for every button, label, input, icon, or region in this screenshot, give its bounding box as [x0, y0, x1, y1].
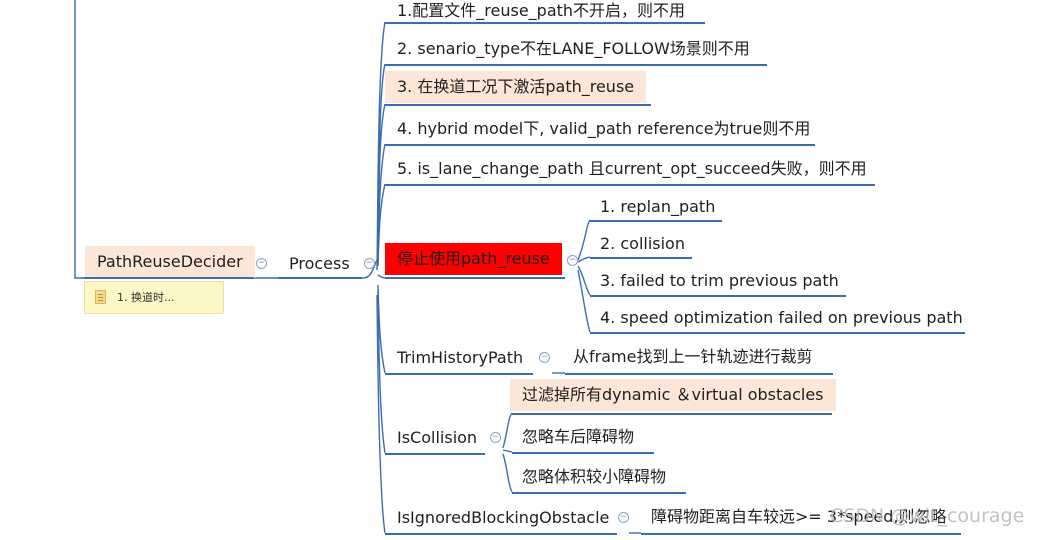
connector-stop-1 — [577, 219, 591, 261]
collision-underline — [385, 453, 485, 455]
ignored-label: IsIgnoredBlockingObstacle — [397, 508, 610, 527]
mindmap-canvas: PathReuseDecider − 1. 换道时... Process − 1… — [0, 0, 1038, 540]
trim-child-underline — [565, 373, 833, 375]
connector-col-1 — [502, 412, 513, 449]
collapse-toggle-icon[interactable]: − — [567, 255, 578, 266]
condition-2-underline — [385, 64, 767, 66]
collapse-toggle-icon[interactable]: − — [364, 258, 375, 269]
condition-3-label: 3. 在换道工况下激活path_reuse — [397, 77, 635, 96]
collision-node[interactable]: IsCollision — [393, 427, 481, 449]
condition-1-label: 1.配置文件_reuse_path不开启，则不用 — [397, 1, 686, 20]
stop-reason-2-label: 2. collision — [600, 234, 685, 253]
stop-reason-1-underline — [590, 220, 722, 222]
collision-filter-1[interactable]: 过滤掉所有dynamic ＆virtual obstacles — [510, 379, 836, 411]
frame-connector — [74, 0, 84, 279]
condition-3-underline — [385, 104, 651, 106]
process-underline — [278, 277, 362, 279]
trim-child-label: 从frame找到上一针轨迹进行裁剪 — [573, 347, 813, 366]
condition-1[interactable]: 1.配置文件_reuse_path不开启，则不用 — [393, 0, 689, 22]
watermark: CSDN @wit_courage — [830, 505, 1025, 527]
stop-node[interactable]: 停止使用path_reuse — [385, 243, 562, 275]
stop-reason-3-label: 3. failed to trim previous path — [600, 271, 839, 290]
collision-label: IsCollision — [397, 428, 478, 447]
condition-3[interactable]: 3. 在换道工况下激活path_reuse — [385, 71, 647, 103]
collision-filter-2-label: 忽略车后障碍物 — [522, 427, 635, 446]
ignored-node[interactable]: IsIgnoredBlockingObstacle — [393, 507, 613, 529]
process-label: Process — [289, 254, 350, 273]
condition-5[interactable]: 5. is_lane_change_path 且current_opt_succ… — [393, 158, 871, 180]
stop-reason-3[interactable]: 3. failed to trim previous path — [596, 270, 843, 292]
stop-reason-1-label: 1. replan_path — [600, 197, 716, 216]
trim-label: TrimHistoryPath — [397, 348, 524, 367]
ignored-underline — [385, 533, 617, 535]
condition-2-label: 2. senario_type不在LANE_FOLLOW场景则不用 — [397, 39, 750, 58]
stop-underline — [385, 277, 565, 279]
root-underline — [84, 277, 254, 279]
connector-stop — [377, 274, 386, 279]
collision-filter-3-underline — [512, 492, 686, 494]
stop-reason-3-underline — [590, 295, 846, 297]
process-node[interactable]: Process — [285, 253, 354, 275]
trim-underline — [385, 373, 533, 375]
stop-reason-4-underline — [590, 332, 965, 334]
collapse-toggle-icon[interactable]: − — [256, 258, 267, 269]
collision-filter-3-label: 忽略体积较小障碍物 — [522, 467, 667, 486]
root-node[interactable]: PathReuseDecider — [85, 246, 255, 278]
note-box[interactable]: 1. 换道时... — [84, 281, 224, 314]
note-text: 1. 换道时... — [117, 291, 175, 304]
condition-2[interactable]: 2. senario_type不在LANE_FOLLOW场景则不用 — [393, 38, 754, 60]
stop-reason-4-label: 4. speed optimization failed on previous… — [600, 308, 963, 327]
condition-4-underline — [385, 144, 815, 146]
collision-filter-3[interactable]: 忽略体积较小障碍物 — [518, 466, 670, 488]
collision-filter-1-underline — [512, 413, 832, 415]
collapse-toggle-icon[interactable]: − — [490, 432, 501, 443]
condition-5-label: 5. is_lane_change_path 且current_opt_succ… — [397, 159, 867, 178]
connector-col-3 — [502, 453, 513, 493]
stop-reason-1[interactable]: 1. replan_path — [596, 196, 719, 218]
collision-filter-2[interactable]: 忽略车后障碍物 — [518, 426, 638, 448]
collision-filter-2-underline — [512, 452, 654, 454]
stop-reason-4[interactable]: 4. speed optimization failed on previous… — [596, 307, 967, 329]
collapse-toggle-icon[interactable]: − — [539, 352, 550, 363]
ignored-child-underline — [641, 533, 961, 535]
condition-4-label: 4. hybrid model下, valid_path reference为t… — [397, 119, 811, 138]
stop-label: 停止使用path_reuse — [397, 249, 550, 268]
collision-filter-1-label: 过滤掉所有dynamic ＆virtual obstacles — [522, 385, 824, 404]
condition-4[interactable]: 4. hybrid model下, valid_path reference为t… — [393, 118, 814, 140]
collapse-toggle-icon[interactable]: − — [618, 512, 629, 523]
note-icon — [95, 290, 106, 304]
trim-node[interactable]: TrimHistoryPath — [393, 347, 527, 369]
root-label: PathReuseDecider — [97, 252, 243, 271]
condition-5-underline — [385, 184, 875, 186]
connector-stop-2 — [577, 256, 591, 263]
stop-reason-2[interactable]: 2. collision — [596, 233, 689, 255]
connector-col-2 — [502, 449, 513, 453]
trim-child[interactable]: 从frame找到上一针轨迹进行裁剪 — [569, 346, 816, 368]
condition-1-underline — [385, 22, 705, 24]
stop-reason-2-underline — [590, 257, 692, 259]
